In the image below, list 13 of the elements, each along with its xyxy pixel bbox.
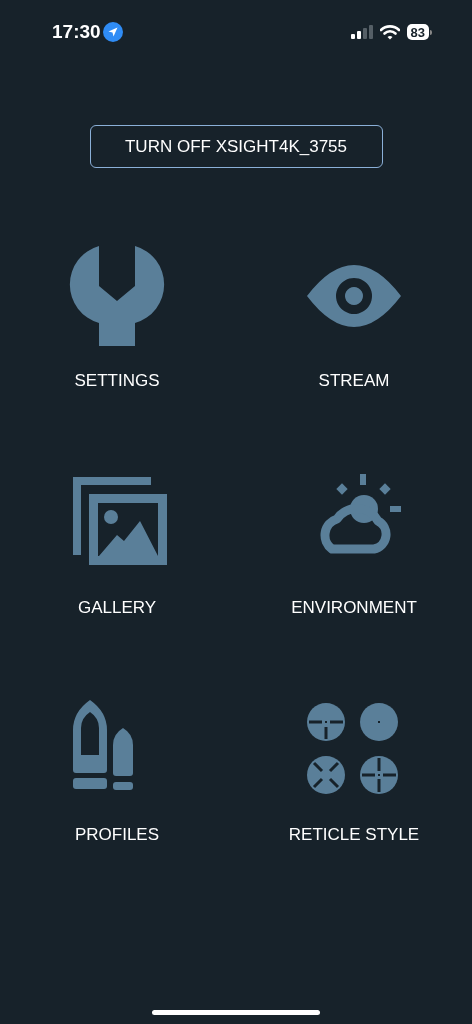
signal-icon — [350, 25, 373, 39]
tile-label[interactable]: ENVIRONMENT — [291, 598, 417, 618]
wrench-icon[interactable] — [67, 246, 167, 346]
battery-icon: 83 — [406, 24, 429, 40]
tile-label[interactable]: PROFILES — [74, 825, 160, 845]
tile-label[interactable]: RETICLE STYLE — [288, 825, 420, 845]
tile-label[interactable]: STREAM — [318, 371, 390, 391]
turn-off-button[interactable]: TURN OFF XSIGHT4K_3755 — [89, 125, 383, 168]
wifi-icon — [379, 24, 400, 40]
location-icon — [102, 22, 123, 42]
tile-label[interactable]: SETTINGS — [74, 371, 160, 391]
status-time: 17:30 — [52, 21, 101, 43]
tile-label[interactable]: GALLERY — [77, 598, 157, 618]
